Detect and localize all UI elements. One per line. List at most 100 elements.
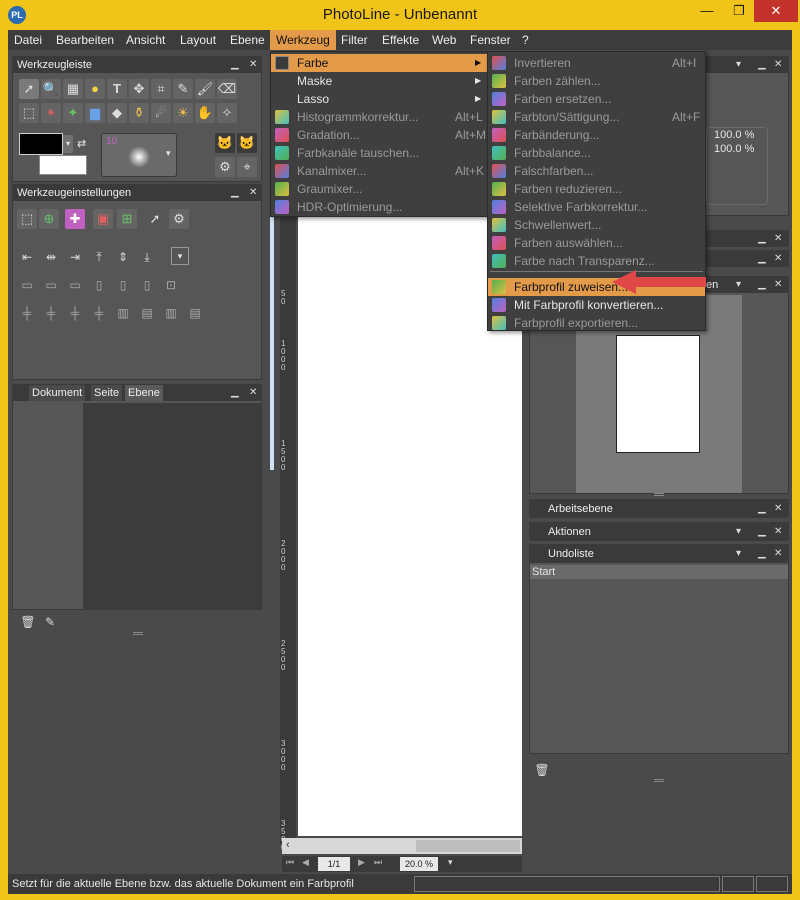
panel-minimize-icon[interactable]: ▁ [758, 500, 766, 518]
last-page-icon[interactable]: ⏭ [374, 857, 382, 868]
farbe-item-falschfarben[interactable]: Falschfarben... [488, 162, 705, 180]
menu-datei[interactable]: Datei [10, 30, 46, 50]
panel-close-icon[interactable]: ✕ [774, 231, 782, 247]
foreground-color-swatch[interactable] [19, 133, 63, 155]
horizontal-scrollbar[interactable]: ‹ [282, 838, 522, 854]
distribute-hcenter-icon[interactable]: ▭ [43, 277, 59, 293]
scrollbar-thumb[interactable] [416, 840, 520, 852]
space-h2-icon[interactable]: ╪ [43, 305, 59, 321]
farbe-item-schwellenwert[interactable]: Schwellenwert... [488, 216, 705, 234]
eraser-tool-icon[interactable]: ⌫ [217, 79, 237, 99]
menu-web[interactable]: Web [428, 30, 460, 50]
panel-minimize-icon[interactable]: ▁ [758, 231, 766, 247]
panel-minimize-icon[interactable]: ▁ [231, 57, 239, 73]
minimize-button[interactable]: — [690, 0, 724, 22]
werkzeug-item-hdr-optimierung[interactable]: HDR-Optimierung... [271, 198, 487, 216]
zoom-dropdown-icon[interactable]: ▾ [448, 857, 453, 868]
burn-tool-icon[interactable]: ✋ [195, 103, 215, 123]
prev-page-icon[interactable]: ◀ [302, 857, 309, 868]
farbe-item-farben-zählen[interactable]: Farben zählen... [488, 72, 705, 90]
farbe-item-farbprofil-exportieren[interactable]: Farbprofil exportieren... [488, 314, 705, 332]
tab-dokument[interactable]: Dokument [29, 385, 86, 401]
panel-minimize-icon[interactable]: ▁ [758, 251, 766, 267]
panel-minimize-icon[interactable]: ▁ [758, 57, 766, 73]
settings-gear-icon[interactable]: ⚙ [169, 209, 189, 229]
color-picker-tool-icon[interactable]: ✦ [63, 103, 83, 123]
space-h3-icon[interactable]: ╪ [67, 305, 83, 321]
select-option-icon[interactable]: ⬚ [17, 209, 37, 229]
grid-mode-icon[interactable]: ⊞ [117, 209, 137, 229]
panel-resize-handle[interactable] [133, 632, 143, 635]
zoom-field[interactable]: 20.0 % [400, 857, 438, 871]
panel-minimize-icon[interactable]: ▁ [758, 523, 766, 541]
close-button[interactable]: ✕ [754, 0, 798, 22]
sharpen-tool-icon[interactable]: ✧ [217, 103, 237, 123]
space-v2-icon[interactable]: ▤ [139, 305, 155, 321]
farbe-item-invertieren[interactable]: Invertieren Alt+I [488, 54, 705, 72]
clone-stamp-tool-icon[interactable]: ⚱ [129, 103, 149, 123]
distribute-bottom-icon[interactable]: ▯ [139, 277, 155, 293]
pointer-option-icon[interactable]: ➚ [145, 209, 165, 229]
werkzeug-item-gradation[interactable]: Gradation... Alt+M [271, 126, 487, 144]
crop-tool-icon[interactable]: ⌗ [151, 79, 171, 99]
delete-layer-icon[interactable]: 🗑 [20, 614, 36, 630]
panel-resize-handle[interactable] [654, 493, 664, 496]
panel-close-icon[interactable]: ✕ [774, 277, 782, 293]
next-page-icon[interactable]: ▶ [358, 857, 365, 868]
zoom-tool-icon[interactable]: 🔍 [41, 79, 61, 99]
menu-werkzeug[interactable]: Werkzeug [270, 30, 336, 50]
restore-button[interactable]: ❐ [722, 0, 756, 22]
scroll-left-icon[interactable]: ‹ [286, 839, 290, 851]
space-h1-icon[interactable]: ╪ [19, 305, 35, 321]
distribute-vcenter-icon[interactable]: ▯ [115, 277, 131, 293]
dodge-tool-icon[interactable]: ☀ [173, 103, 193, 123]
align-right-icon[interactable]: ⇥ [67, 249, 83, 265]
stamp-tool-icon[interactable]: ▦ [63, 79, 83, 99]
mask-mode-icon[interactable]: 🐱 [215, 133, 235, 153]
distribute-size-icon[interactable]: ⊡ [163, 277, 179, 293]
brush-dropdown-icon[interactable]: ▾ [166, 148, 171, 159]
farbe-item-farbbalance[interactable]: Farbbalance... [488, 144, 705, 162]
panel-resize-handle[interactable] [654, 779, 664, 782]
werkzeug-item-kanalmixer[interactable]: Kanalmixer... Alt+K [271, 162, 487, 180]
screen-mode-icon[interactable]: ⚙ [215, 157, 235, 177]
add-mode-icon[interactable]: ✚ [65, 209, 85, 229]
distribute-right-icon[interactable]: ▭ [67, 277, 83, 293]
farbe-item-farbton-sättigung[interactable]: Farbton/Sättigung... Alt+F [488, 108, 705, 126]
panel-close-icon[interactable]: ✕ [774, 251, 782, 267]
text-tool-icon[interactable]: T [107, 79, 127, 99]
menu-filter[interactable]: Filter [337, 30, 372, 50]
menu-help[interactable]: ? [518, 30, 533, 50]
distribute-left-icon[interactable]: ▭ [19, 277, 35, 293]
farbe-item-mit-farbprofil-konvertieren[interactable]: Mit Farbprofil konvertieren... [488, 296, 705, 314]
align-left-icon[interactable]: ⇤ [19, 249, 35, 265]
page-indicator[interactable]: 1/1 [318, 857, 350, 871]
distribute-top-icon[interactable]: ▯ [91, 277, 107, 293]
ellipse-tool-icon[interactable]: ● [85, 79, 105, 99]
background-color-swatch[interactable] [39, 155, 87, 175]
farbe-item-farben-reduzieren[interactable]: Farben reduzieren... [488, 180, 705, 198]
space-v1-icon[interactable]: ▥ [115, 305, 131, 321]
align-hcenter-icon[interactable]: ⇹ [43, 249, 59, 265]
panel-close-icon[interactable]: ✕ [774, 57, 782, 73]
transform-tool-icon[interactable]: ✥ [129, 79, 149, 99]
marquee-tool-icon[interactable]: ⬚ [19, 103, 39, 123]
panel-close-icon[interactable]: ✕ [774, 500, 782, 518]
panel-close-icon[interactable]: ✕ [774, 545, 782, 563]
menu-layout[interactable]: Layout [176, 30, 220, 50]
werkzeug-item-histogrammkorrektur[interactable]: Histogrammkorrektur... Alt+L [271, 108, 487, 126]
fill-tool-icon[interactable]: ◆ [107, 103, 127, 123]
panel-close-icon[interactable]: ✕ [249, 57, 257, 73]
view-mode-icon[interactable]: ⌖ [237, 157, 257, 177]
panel-minimize-icon[interactable]: ▁ [758, 277, 766, 293]
undo-item[interactable]: Start [530, 565, 788, 579]
panel-dropdown-icon[interactable]: ▾ [736, 523, 741, 541]
pen-tool-icon[interactable]: ✎ [173, 79, 193, 99]
menu-fenster[interactable]: Fenster [466, 30, 515, 50]
quick-mask-icon[interactable]: 🐱 [237, 133, 257, 153]
farbe-item-farbänderung[interactable]: Farbänderung... [488, 126, 705, 144]
gradient-tool-icon[interactable]: ▆ [85, 103, 105, 123]
layer-list[interactable] [83, 403, 261, 609]
werkzeug-item-farbkanäle-tauschen[interactable]: Farbkanäle tauschen... [271, 144, 487, 162]
panel-dropdown-icon[interactable]: ▾ [736, 57, 741, 73]
